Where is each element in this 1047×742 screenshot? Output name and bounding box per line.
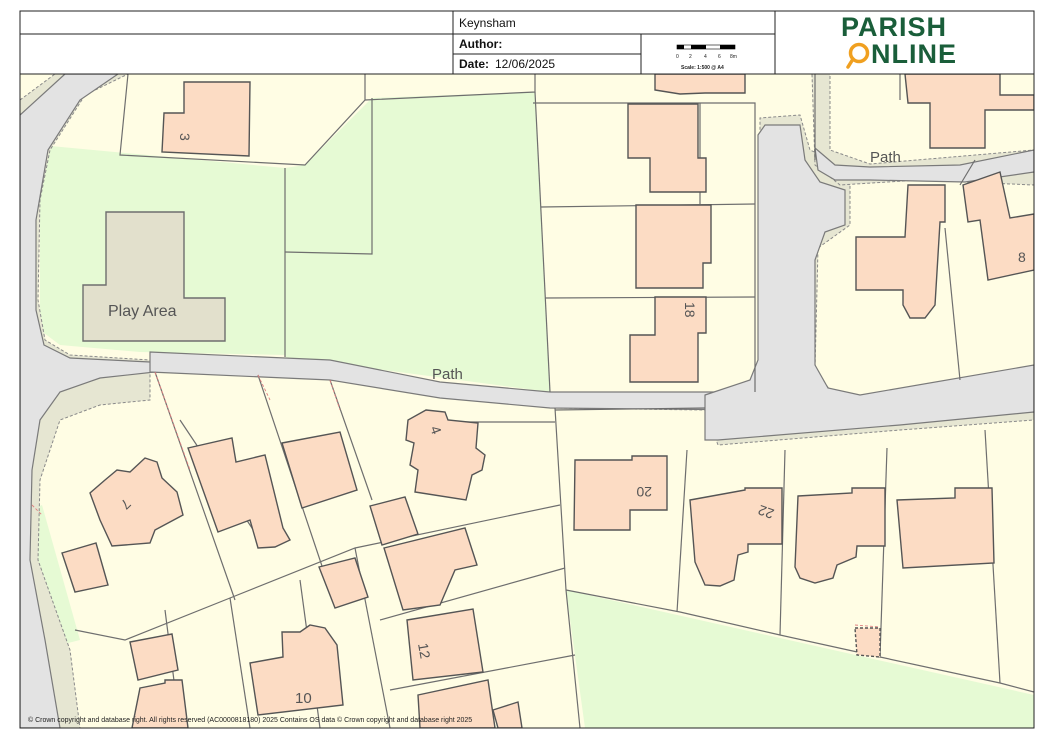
map-sheet: Keynsham Author: Date: 12/06/2025 0 2 4 … (19, 10, 1035, 729)
scale-tick-8m: 8m (730, 54, 737, 60)
scale-tick-0: 0 (676, 54, 679, 60)
building-north-mid[interactable] (654, 74, 746, 95)
scale-tick-2: 2 (689, 54, 692, 60)
parish-online-logo: PARISH NLINE (841, 12, 957, 69)
date-label: Date: (459, 57, 489, 71)
building-q[interactable] (896, 487, 995, 569)
header-panel: Keynsham Author: Date: 12/06/2025 0 2 4 … (19, 10, 1035, 75)
label-path-main: Path (432, 366, 463, 383)
logo-line2: NLINE (871, 39, 957, 69)
location-title: Keynsham (459, 16, 516, 30)
building-shed-se[interactable] (854, 627, 881, 658)
map-area[interactable]: Play Area Path Path 3 4 7 8 10 12 18 20 … (20, 74, 1034, 728)
house-number-10: 10 (295, 690, 312, 707)
scale-label: Scale: 1:500 @ A4 (681, 65, 724, 71)
house-number-20: 20 (636, 484, 652, 500)
copyright-notice: © Crown copyright and database right. Al… (28, 716, 472, 724)
label-path-upper: Path (870, 149, 901, 166)
label-play-area: Play Area (108, 303, 177, 320)
house-number-3: 3 (177, 133, 193, 141)
logo-line1: PARISH (841, 12, 947, 42)
scale-tick-6: 6 (718, 54, 721, 60)
house-number-8: 8 (1018, 249, 1026, 265)
scale-tick-4: 4 (704, 54, 707, 60)
author-label: Author: (459, 37, 502, 51)
house-number-18: 18 (682, 302, 698, 318)
building-b[interactable] (635, 204, 712, 289)
house-number-12: 12 (415, 642, 433, 660)
date-value: 12/06/2025 (495, 57, 555, 71)
